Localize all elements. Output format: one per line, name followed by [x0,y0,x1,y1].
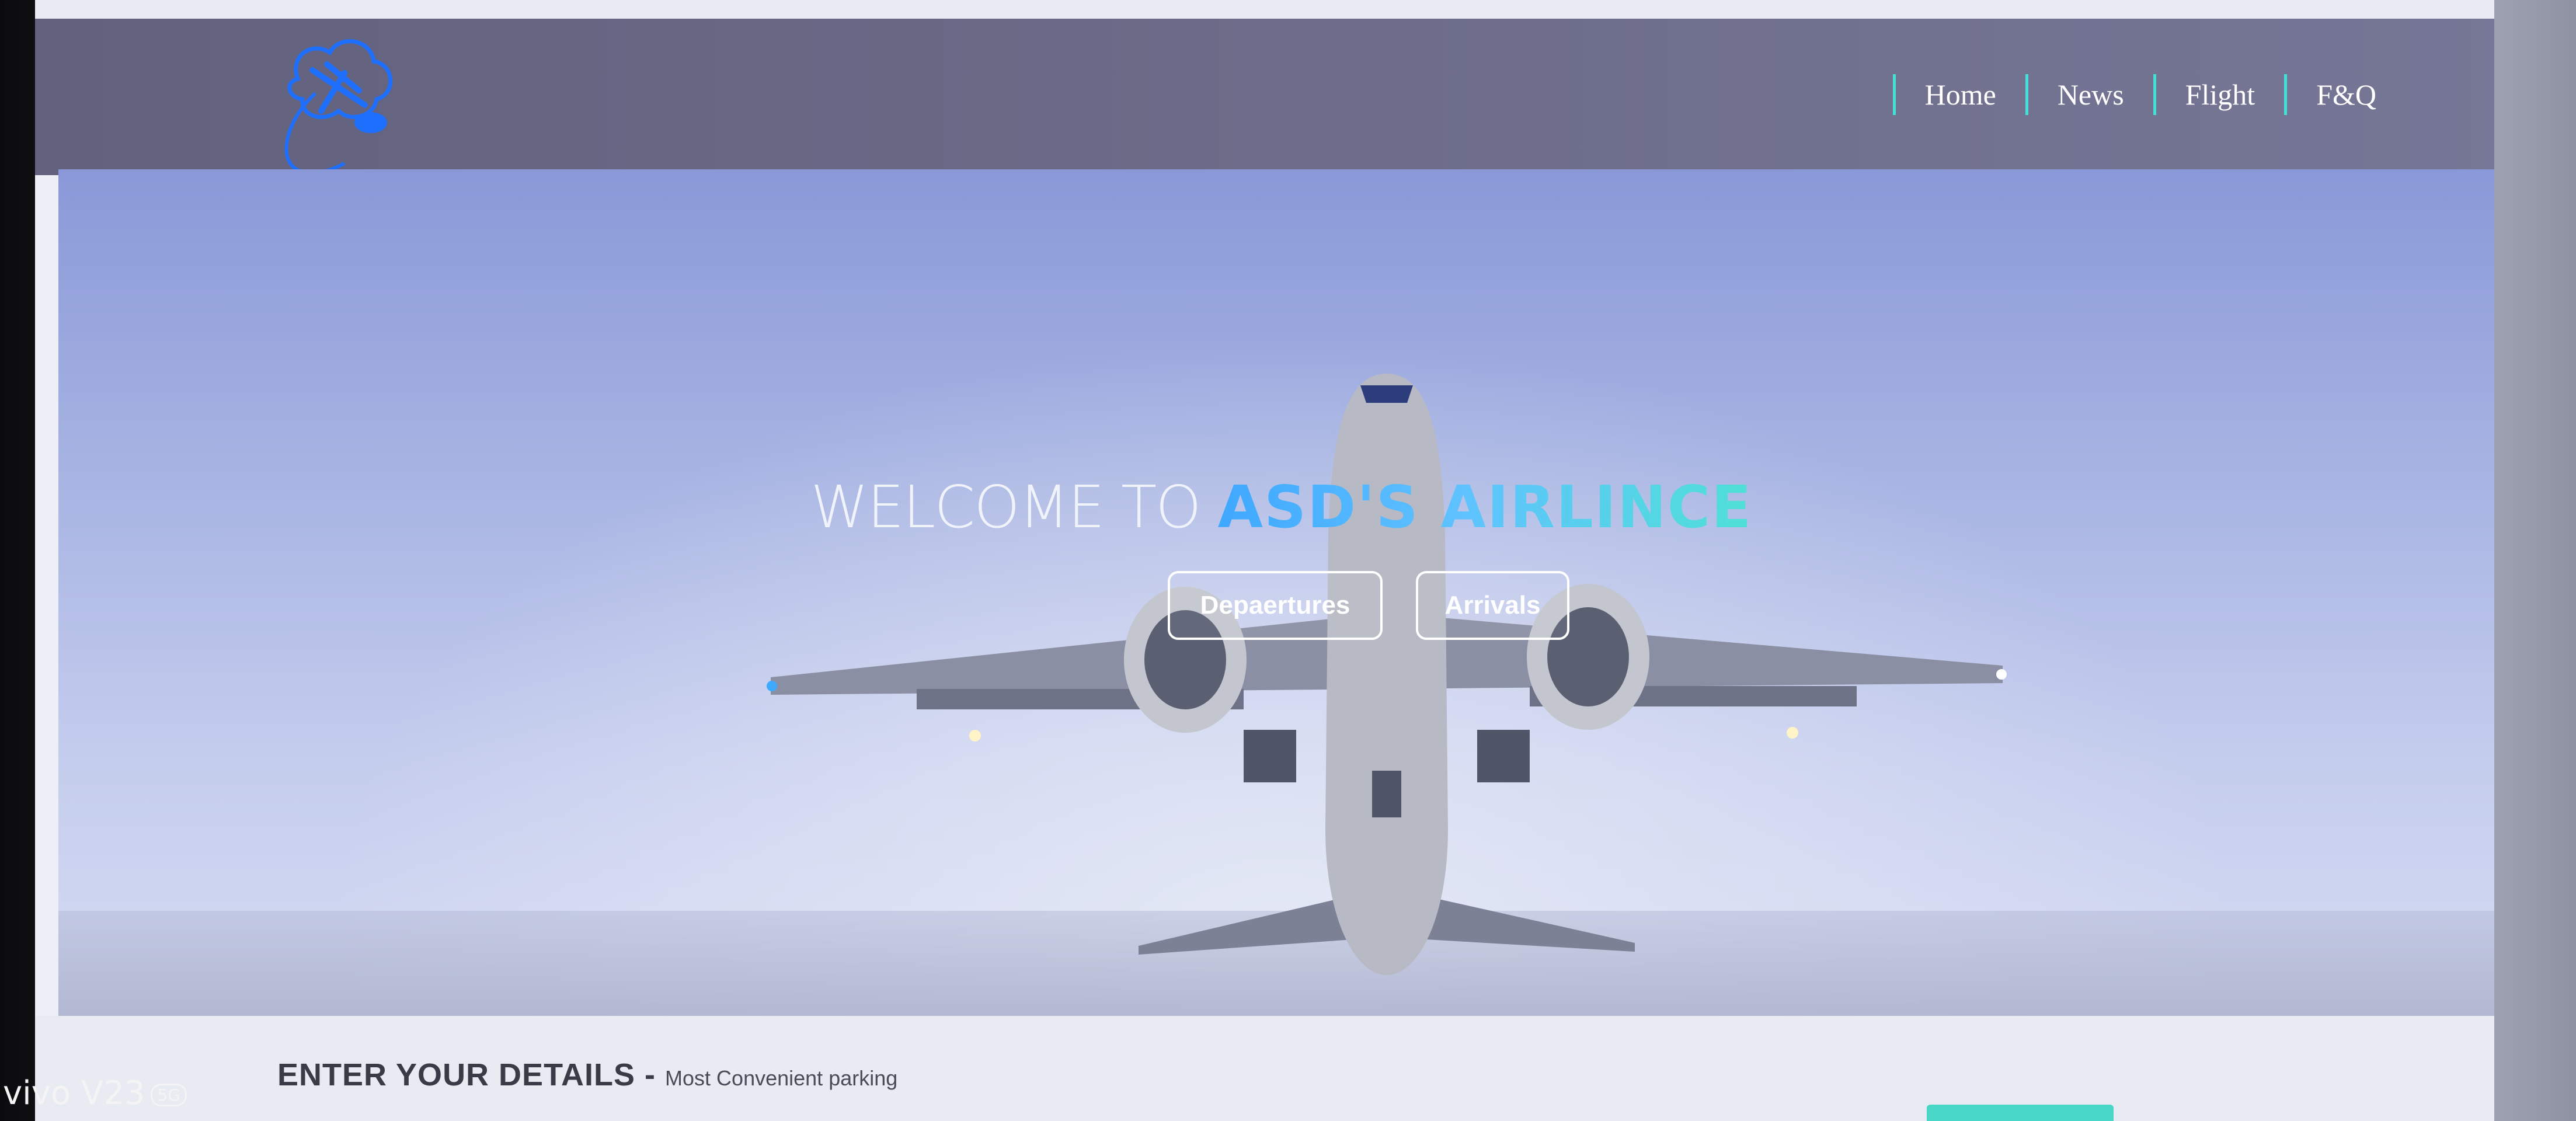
welcome-heading: WELCOME TO ASD'S AIRLINCE [58,473,2505,541]
nav-faq[interactable]: F&Q [2284,74,2406,115]
details-action-button[interactable] [1927,1105,2114,1121]
watermark-5g-badge: 5G [151,1084,187,1107]
nav-flight[interactable]: Flight [2153,74,2284,115]
hero-banner: WELCOME TO ASD'S AIRLINCE Depaertures Ar… [58,169,2505,1016]
arrivals-button[interactable]: Arrivals [1416,571,1569,640]
welcome-prefix: WELCOME TO [810,473,1218,541]
details-subtitle: Most Convenient parking [665,1066,898,1090]
browser-top-strip [35,0,2540,19]
site-header: Home News Flight F&Q [35,19,2540,175]
nav-home[interactable]: Home [1892,74,2025,115]
departures-button[interactable]: Depaertures [1168,571,1383,640]
camera-watermark: vivo V23 5G [3,1074,187,1112]
details-heading: ENTER YOUR DETAILS - Most Convenient par… [277,1057,897,1093]
browser-viewport: Home News Flight F&Q WELCOME TO ASD'S AI… [35,0,2540,1121]
nav-news[interactable]: News [2025,74,2153,115]
details-title: ENTER YOUR DETAILS - [277,1057,666,1092]
airline-logo-icon[interactable] [257,23,409,175]
airplane-image [767,374,2007,975]
monitor-bezel-right [2494,0,2576,1121]
watermark-text: vivo V23 [3,1074,145,1112]
welcome-brand-name: ASD'S AIRLINCE [1217,473,1753,541]
main-nav: Home News Flight F&Q [1892,71,2406,118]
